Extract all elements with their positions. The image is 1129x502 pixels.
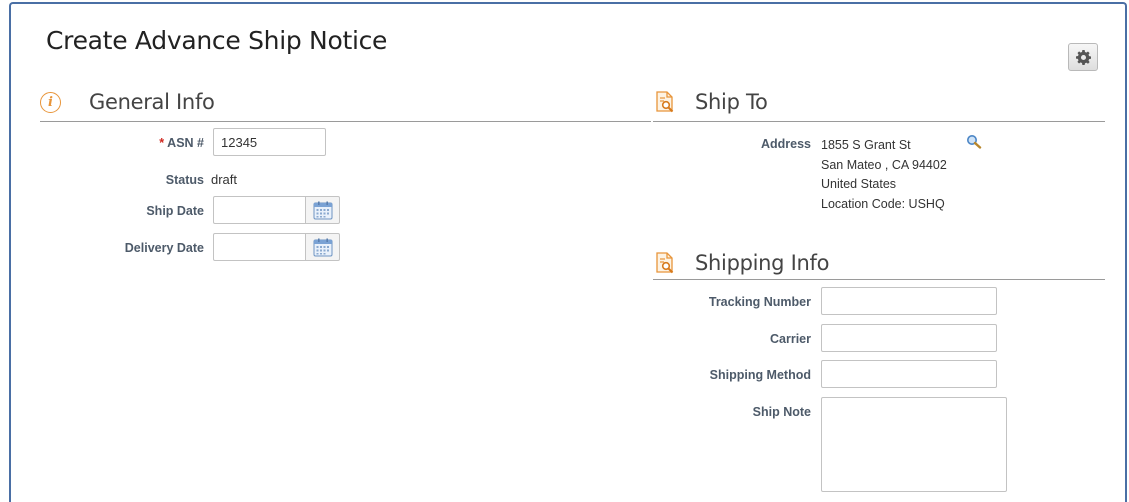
address-block: 1855 S Grant St San Mateo , CA 94402 Uni…: [821, 136, 947, 214]
general-info-header: i General Info: [40, 90, 215, 114]
asn-label-text: ASN #: [167, 136, 204, 150]
asn-label: * ASN #: [159, 136, 204, 150]
delivery-date-input[interactable]: [213, 233, 306, 261]
shipping-info-title: Shipping Info: [695, 251, 830, 275]
address-line-2: San Mateo , CA 94402: [821, 157, 947, 172]
address-line-3: United States: [821, 177, 897, 191]
address-line-4: Location Code: USHQ: [821, 196, 945, 211]
settings-button[interactable]: [1068, 43, 1098, 71]
carrier-label: Carrier: [770, 332, 811, 346]
delivery-date-label: Delivery Date: [124, 241, 204, 255]
info-icon: i: [40, 91, 61, 113]
ship-date-label: Ship Date: [146, 204, 204, 218]
general-info-title: General Info: [89, 90, 215, 114]
ship-note-label: Ship Note: [752, 405, 811, 419]
shipping-method-label: Shipping Method: [709, 368, 811, 382]
address-line-1: 1855 S Grant St: [821, 138, 911, 152]
tracking-number-input[interactable]: [821, 287, 997, 315]
ship-date-input[interactable]: [213, 196, 306, 224]
gear-icon: [1075, 49, 1091, 65]
document-search-icon: [656, 91, 674, 113]
shipping-method-input[interactable]: [821, 360, 997, 388]
page-title: Create Advance Ship Notice: [46, 26, 388, 55]
calendar-icon: [313, 238, 332, 256]
ship-to-divider: [653, 121, 1105, 122]
magnifier-icon: [967, 135, 982, 149]
status-label: Status: [165, 173, 204, 187]
status-value: draft: [211, 172, 238, 187]
ship-to-header: Ship To: [653, 90, 768, 114]
required-marker: *: [159, 136, 165, 150]
asn-number-input[interactable]: [213, 128, 326, 156]
shipping-info-header: Shipping Info: [653, 251, 829, 275]
tracking-number-label: Tracking Number: [708, 295, 811, 309]
delivery-date-calendar-button[interactable]: [306, 233, 340, 261]
general-info-divider: [40, 121, 651, 122]
ship-note-textarea[interactable]: [821, 397, 1007, 492]
ship-date-calendar-button[interactable]: [306, 196, 340, 224]
address-lookup-button[interactable]: [966, 134, 984, 150]
calendar-icon: [313, 201, 332, 219]
shipping-info-divider: [653, 279, 1105, 280]
document-search-icon: [656, 252, 674, 274]
ship-to-title: Ship To: [695, 90, 768, 114]
carrier-input[interactable]: [821, 324, 997, 352]
address-label: Address: [760, 137, 811, 151]
